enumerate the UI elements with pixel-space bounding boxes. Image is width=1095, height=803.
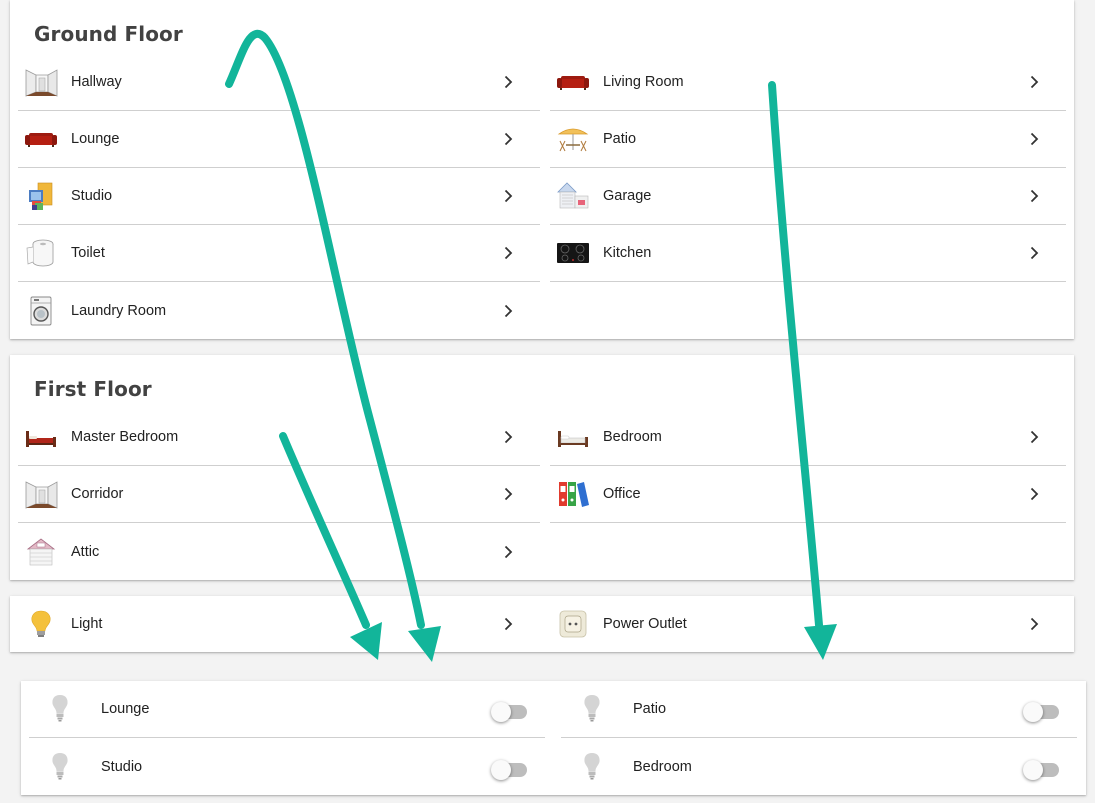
room-item-toilet[interactable]: Toilet — [18, 225, 540, 282]
lightbulb-icon — [24, 608, 58, 640]
sofa-icon — [24, 123, 58, 155]
light-label: Studio — [101, 758, 143, 775]
patio-icon — [556, 123, 590, 155]
light-item-studio: Studio — [29, 738, 545, 795]
room-item-master-bedroom[interactable]: Master Bedroom — [18, 409, 540, 466]
light-label: Bedroom — [633, 758, 692, 775]
chevron-right-icon — [1026, 188, 1042, 204]
room-label: Attic — [71, 543, 100, 560]
light-toggle-switch[interactable] — [1023, 699, 1061, 722]
chevron-right-icon — [500, 188, 516, 204]
room-item-laundry-room[interactable]: Laundry Room — [18, 282, 540, 339]
room-label: Lounge — [71, 131, 120, 147]
chevron-right-icon — [500, 544, 516, 560]
room-label: Hallway — [71, 74, 122, 90]
light-item-lounge: Lounge — [29, 681, 545, 738]
light-toggle-switch[interactable] — [491, 699, 529, 722]
light-toggle-switch[interactable] — [491, 757, 529, 780]
toilet-paper-icon — [24, 237, 58, 269]
room-item-studio[interactable]: Studio — [18, 168, 540, 225]
light-label: Patio — [633, 701, 667, 717]
room-label: Office — [603, 486, 641, 502]
first-floor-card: First Floor Master Bedroom Bedroom Corri… — [10, 355, 1074, 580]
room-item-attic[interactable]: Attic — [18, 523, 540, 580]
room-item-corridor[interactable]: Corridor — [18, 466, 540, 523]
bed-icon — [24, 421, 58, 453]
devices-card: Light Power Outlet — [10, 596, 1074, 652]
chevron-right-icon — [1026, 131, 1042, 147]
room-item-office[interactable]: Office — [550, 466, 1066, 523]
room-label: Laundry Room — [71, 302, 167, 319]
garage-icon — [556, 180, 590, 212]
first-floor-title: First Floor — [34, 377, 152, 401]
chevron-right-icon — [500, 429, 516, 445]
cooktop-icon — [556, 237, 590, 269]
lights-card: Lounge Patio Studio Bedroom — [21, 681, 1086, 795]
room-label: Corridor — [71, 486, 124, 502]
light-toggle-switch[interactable] — [1023, 757, 1061, 780]
device-label: Light — [71, 616, 103, 632]
binders-icon — [556, 478, 590, 510]
lightbulb-off-icon — [49, 752, 71, 782]
room-item-hallway[interactable]: Hallway — [18, 54, 540, 111]
device-label: Power Outlet — [603, 616, 687, 632]
hallway-icon — [24, 478, 58, 510]
chevron-right-icon — [500, 74, 516, 90]
room-label: Garage — [603, 188, 652, 204]
room-label: Bedroom — [603, 429, 662, 445]
ground-floor-card: Ground Floor Hallway Living Room Lounge … — [10, 0, 1074, 339]
bed-icon — [556, 421, 590, 453]
room-item-living-room[interactable]: Living Room — [550, 54, 1066, 111]
room-item-garage[interactable]: Garage — [550, 168, 1066, 225]
power-outlet-icon — [556, 608, 590, 640]
room-label: Patio — [603, 131, 637, 147]
chevron-right-icon — [1026, 616, 1042, 632]
room-item-kitchen[interactable]: Kitchen — [550, 225, 1066, 282]
chevron-right-icon — [500, 245, 516, 261]
chevron-right-icon — [500, 486, 516, 502]
device-item-light[interactable]: Light — [18, 596, 540, 652]
room-label: Kitchen — [603, 245, 652, 261]
device-item-power-outlet[interactable]: Power Outlet — [550, 596, 1066, 652]
light-item-patio: Patio — [561, 681, 1077, 738]
lightbulb-off-icon — [581, 752, 603, 782]
room-label: Toilet — [71, 245, 105, 261]
room-label: Master Bedroom — [71, 429, 179, 445]
chevron-right-icon — [1026, 486, 1042, 502]
hallway-icon — [24, 66, 58, 98]
studio-icon — [24, 180, 58, 212]
sofa-icon — [556, 66, 590, 98]
chevron-right-icon — [1026, 245, 1042, 261]
chevron-right-icon — [500, 303, 516, 319]
chevron-right-icon — [1026, 429, 1042, 445]
chevron-right-icon — [500, 131, 516, 147]
ground-floor-title: Ground Floor — [34, 22, 183, 46]
room-label: Living Room — [603, 74, 684, 90]
washing-machine-icon — [24, 295, 58, 327]
lightbulb-off-icon — [581, 694, 603, 724]
lightbulb-off-icon — [49, 694, 71, 724]
room-label: Studio — [71, 188, 113, 204]
light-label: Lounge — [101, 701, 150, 717]
room-item-bedroom[interactable]: Bedroom — [550, 409, 1066, 466]
chevron-right-icon — [1026, 74, 1042, 90]
attic-icon — [24, 536, 58, 568]
chevron-right-icon — [500, 616, 516, 632]
light-item-bedroom: Bedroom — [561, 738, 1077, 795]
room-item-lounge[interactable]: Lounge — [18, 111, 540, 168]
room-item-patio[interactable]: Patio — [550, 111, 1066, 168]
